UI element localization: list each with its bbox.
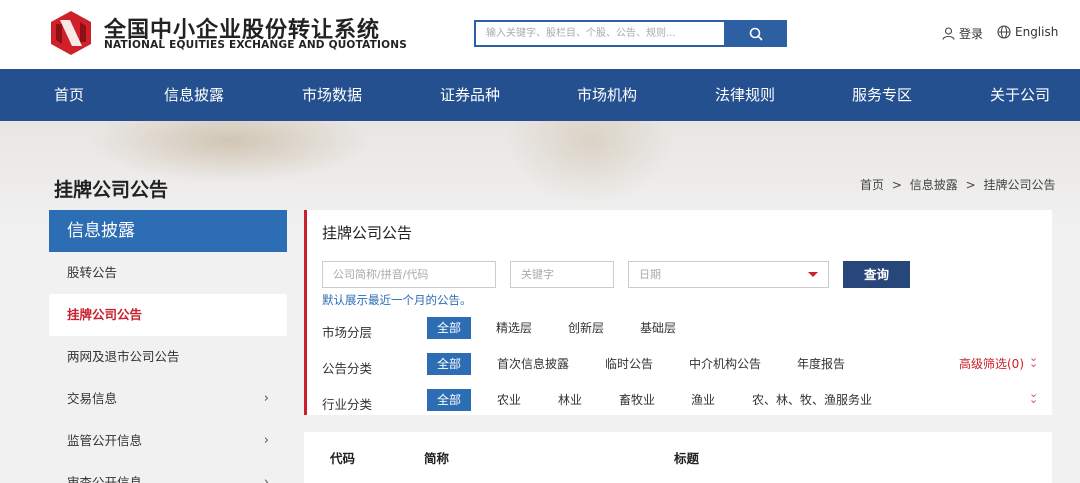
nav-home[interactable]: 首页 — [54, 69, 84, 121]
filter-option[interactable]: 临时公告 — [605, 353, 653, 375]
query-button[interactable]: 查询 — [843, 261, 910, 288]
sidebar-item-delisted-announcements[interactable]: 两网及退市公司公告 — [49, 336, 287, 378]
search-button[interactable] — [724, 20, 787, 47]
double-chevron-down-icon[interactable]: ⌄ ⌄ — [1029, 388, 1038, 405]
sidebar-item-supervision-info[interactable]: 监管公开信息 › — [49, 420, 287, 462]
keyword-input[interactable]: 关键字 — [510, 261, 614, 288]
date-placeholder: 日期 — [639, 268, 661, 281]
sidebar-item-trading-info[interactable]: 交易信息 › — [49, 378, 287, 420]
filter-option[interactable]: 基础层 — [640, 317, 676, 339]
advanced-filter-link[interactable]: 高级筛选(0) — [959, 355, 1024, 372]
filter-option[interactable]: 渔业 — [691, 389, 715, 411]
sidebar-item-label: 交易信息 — [67, 391, 118, 406]
filter-option[interactable]: 年度报告 — [797, 353, 845, 375]
filter-option[interactable]: 农、林、牧、渔服务业 — [752, 389, 872, 411]
main-nav: 首页 信息披露 市场数据 证券品种 市场机构 法律规则 服务专区 关于公司 — [0, 69, 1080, 121]
filter-option-all[interactable]: 全部 — [427, 353, 471, 375]
breadcrumb-current: 挂牌公司公告 — [983, 178, 1056, 192]
sidebar-item-label: 挂牌公司公告 — [67, 307, 143, 322]
filter-label-announcement-type: 公告分类 — [322, 361, 373, 376]
filter-option[interactable]: 农业 — [497, 389, 521, 411]
double-chevron-down-icon[interactable]: ⌄ ⌄ — [1029, 352, 1038, 369]
breadcrumb: 首页 > 信息披露 > 挂牌公司公告 — [858, 176, 1057, 193]
filter-option-all[interactable]: 全部 — [427, 389, 471, 411]
nav-market-data[interactable]: 市场数据 — [302, 69, 362, 121]
nav-institutions[interactable]: 市场机构 — [577, 69, 637, 121]
sidebar: 信息披露 股转公告 挂牌公司公告 两网及退市公司公告 交易信息 › 监管公开信息… — [49, 210, 287, 483]
nav-services[interactable]: 服务专区 — [852, 69, 912, 121]
nav-rules[interactable]: 法律规则 — [715, 69, 775, 121]
default-range-hint: 默认展示最近一个月的公告。 — [322, 293, 472, 307]
date-picker[interactable]: 日期 — [628, 261, 829, 288]
chevron-right-icon: › — [263, 391, 269, 406]
filter-option[interactable]: 中介机构公告 — [689, 353, 761, 375]
sidebar-item-listed-company-announcements[interactable]: 挂牌公司公告 — [49, 294, 287, 336]
sidebar-item-label: 监管公开信息 — [67, 433, 143, 448]
filter-label-industry: 行业分类 — [322, 397, 373, 412]
breadcrumb-separator: > — [891, 178, 902, 192]
filter-option-all[interactable]: 全部 — [427, 317, 471, 339]
column-header-title: 标题 — [674, 451, 700, 466]
language-switch[interactable]: English — [997, 25, 1058, 39]
logo-title-en[interactable]: NATIONAL EQUITIES EXCHANGE AND QUOTATION… — [104, 39, 407, 51]
login-link[interactable]: 登录 — [942, 25, 983, 42]
sidebar-item-label: 审查公开信息 — [67, 475, 143, 483]
breadcrumb-separator: > — [965, 178, 976, 192]
page-title: 挂牌公司公告 — [54, 179, 169, 201]
search-icon — [749, 27, 763, 41]
nav-disclosure[interactable]: 信息披露 — [164, 69, 224, 121]
language-label: English — [1015, 25, 1059, 39]
filter-option[interactable]: 首次信息披露 — [497, 353, 569, 375]
announcement-filter-panel: 挂牌公司公告 公司简称/拼音/代码 关键字 日期 查询 默认展示最近一个月的公告… — [304, 210, 1052, 415]
chevron-right-icon: › — [263, 433, 269, 448]
filter-option[interactable]: 精选层 — [496, 317, 532, 339]
globe-icon — [997, 25, 1011, 39]
breadcrumb-disclosure[interactable]: 信息披露 — [910, 178, 958, 192]
sidebar-item-label: 两网及退市公司公告 — [67, 349, 180, 364]
chevron-right-icon: › — [263, 475, 269, 483]
sidebar-item-label: 股转公告 — [67, 265, 118, 280]
company-code-input[interactable]: 公司简称/拼音/代码 — [322, 261, 496, 288]
sidebar-item-nq-announcements[interactable]: 股转公告 — [49, 252, 287, 294]
breadcrumb-home[interactable]: 首页 — [860, 178, 884, 192]
neeq-logo-icon[interactable] — [48, 10, 94, 56]
site-header: 全国中小企业股份转让系统 NATIONAL EQUITIES EXCHANGE … — [0, 0, 1080, 69]
login-label: 登录 — [959, 27, 984, 41]
nav-about[interactable]: 关于公司 — [990, 69, 1050, 121]
column-header-code: 代码 — [330, 451, 356, 466]
announcement-table-header: 代码 简称 标题 — [304, 432, 1052, 483]
panel-title: 挂牌公司公告 — [322, 224, 413, 242]
column-header-short-name: 简称 — [424, 451, 450, 466]
filter-option[interactable]: 畜牧业 — [619, 389, 655, 411]
filter-option[interactable]: 创新层 — [568, 317, 604, 339]
sidebar-item-review-info[interactable]: 审查公开信息 › — [49, 462, 287, 483]
sidebar-heading: 信息披露 — [49, 210, 287, 252]
filter-label-market-tier: 市场分层 — [322, 325, 373, 340]
nav-securities[interactable]: 证券品种 — [440, 69, 500, 121]
search-input[interactable]: 输入关键字、股栏目、个股、公告、规则... — [474, 20, 724, 47]
caret-down-icon — [808, 272, 818, 277]
filter-option[interactable]: 林业 — [558, 389, 582, 411]
user-icon — [942, 27, 955, 40]
